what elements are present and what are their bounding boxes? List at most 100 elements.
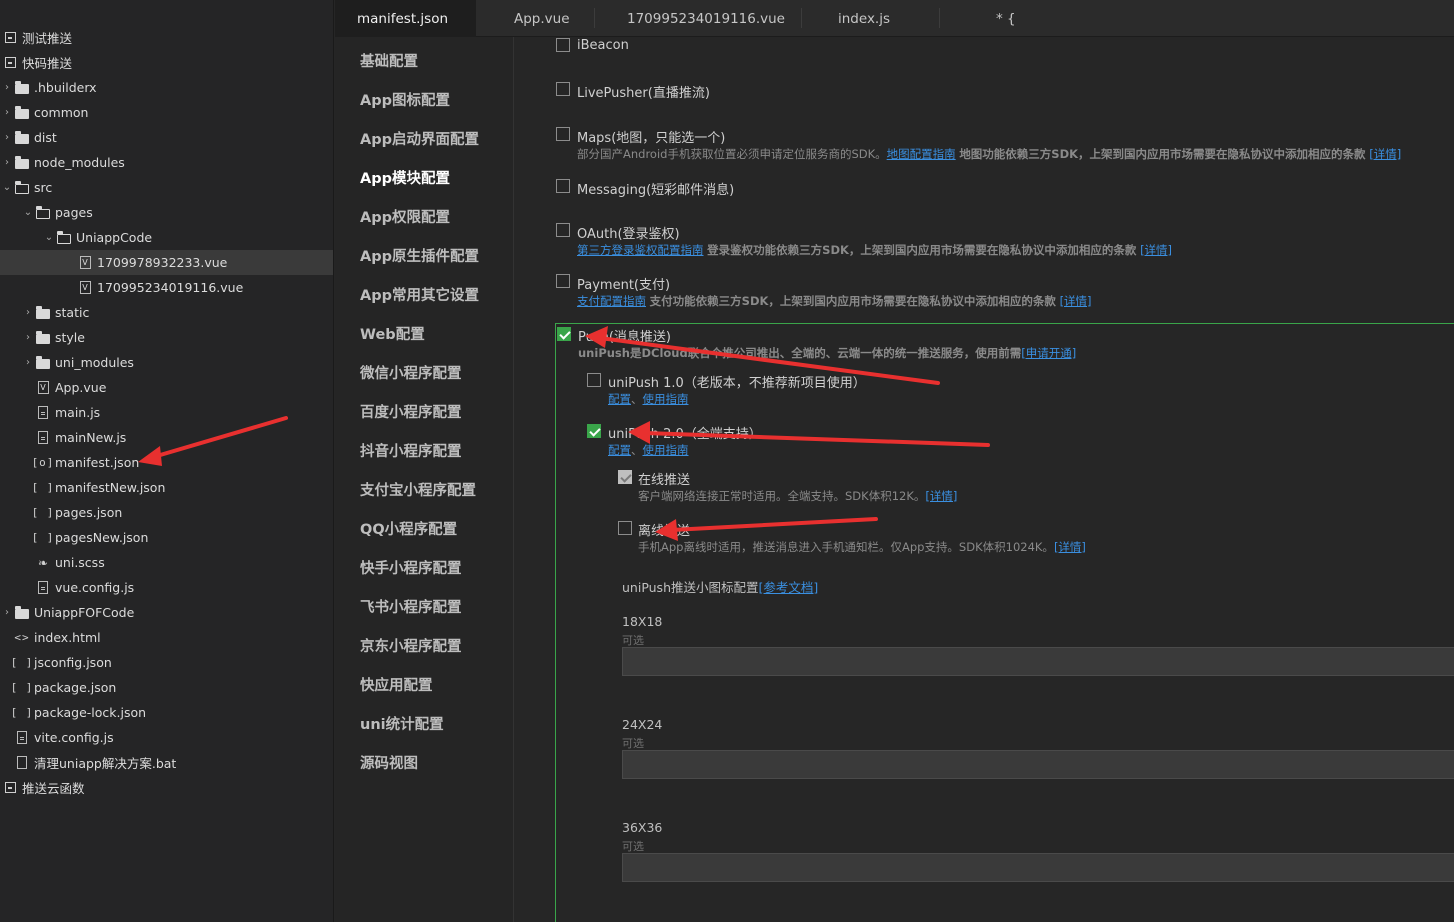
tree-item[interactable]: › .hbuilderx <box>0 75 333 100</box>
tree-item[interactable]: V 170995234019116.vue <box>0 275 333 300</box>
nav-item[interactable]: 基础配置 <box>360 50 418 71</box>
tree-item-label: vue.config.js <box>55 580 135 595</box>
payment-detail-link[interactable]: [详情] <box>1060 294 1092 308</box>
tree-item[interactable]: › static <box>0 300 333 325</box>
tree-item[interactable]: [ ] package.json <box>0 675 333 700</box>
payment-config-guide-link[interactable]: 支付配置指南 <box>577 294 646 308</box>
maps-detail-link[interactable]: [详情] <box>1369 147 1401 161</box>
tree-item[interactable]: [o] manifest.json <box>0 450 333 475</box>
nav-item[interactable]: App权限配置 <box>360 206 450 227</box>
tree-item[interactable]: 测试推送 <box>0 25 333 50</box>
oauth-detail-link[interactable]: [详情] <box>1140 243 1172 257</box>
tree-item[interactable]: V 1709978932233.vue <box>0 250 333 275</box>
tree-item[interactable]: vite.config.js <box>0 725 333 750</box>
tab-app-vue[interactable]: App.vue <box>476 0 594 37</box>
icon-18-hint: 可选 <box>622 634 644 647</box>
nav-item[interactable]: 快应用配置 <box>360 674 433 695</box>
tree-item[interactable]: [ ] jsconfig.json <box>0 650 333 675</box>
push-checkbox[interactable] <box>557 327 571 341</box>
push-icon-doc-link[interactable]: [参考文档] <box>759 580 819 595</box>
nav-item[interactable]: App模块配置 <box>360 167 450 188</box>
tree-item[interactable]: [ ] pagesNew.json <box>0 525 333 550</box>
tree-item[interactable]: main.js <box>0 400 333 425</box>
tree-item[interactable]: V App.vue <box>0 375 333 400</box>
tree-item[interactable]: <> index.html <box>0 625 333 650</box>
livepusher-checkbox[interactable] <box>556 82 570 96</box>
nav-item[interactable]: 快手小程序配置 <box>360 557 462 578</box>
offline-push-description: 手机App离线时适用，推送消息进入手机通知栏。仅App支持。SDK体积1024K… <box>638 539 1086 555</box>
tree-item[interactable]: 快码推送 <box>0 50 333 75</box>
tree-item[interactable]: vue.config.js <box>0 575 333 600</box>
tree-item[interactable]: ⌄ UniappCode <box>0 225 333 250</box>
maps-checkbox[interactable] <box>556 127 570 141</box>
unipush2-config-link[interactable]: 配置 <box>608 443 631 457</box>
chevron-right-icon[interactable]: › <box>22 357 34 369</box>
chevron-right-icon[interactable]: › <box>22 332 34 344</box>
messaging-checkbox[interactable] <box>556 179 570 193</box>
nav-item[interactable]: App启动界面配置 <box>360 128 479 149</box>
chevron-right-icon[interactable]: › <box>1 157 13 169</box>
tree-item-label: common <box>34 105 89 120</box>
tab-css[interactable]: * { <box>940 0 1077 37</box>
nav-item[interactable]: QQ小程序配置 <box>360 518 457 539</box>
oauth-label: OAuth(登录鉴权) <box>577 227 680 242</box>
chevron-right-icon[interactable]: › <box>1 132 13 144</box>
offline-push-detail-link[interactable]: [详情] <box>1054 540 1086 554</box>
unipush1-config-link[interactable]: 配置 <box>608 392 631 406</box>
unipush1-guide-link[interactable]: 使用指南 <box>643 392 689 406</box>
tree-item[interactable]: [ ] pages.json <box>0 500 333 525</box>
tree-item[interactable]: › UniappFOFCode <box>0 600 333 625</box>
chevron-down-icon[interactable]: ⌄ <box>43 232 55 244</box>
nav-item[interactable]: App原生插件配置 <box>360 245 479 266</box>
tree-item[interactable]: 清理uniapp解决方案.bat <box>0 750 333 775</box>
chevron-right-icon[interactable]: › <box>22 307 34 319</box>
tab-manifest-json[interactable]: manifest.json <box>335 0 476 37</box>
tree-item[interactable]: › dist <box>0 125 333 150</box>
tree-item[interactable]: [ ] manifestNew.json <box>0 475 333 500</box>
tree-item[interactable]: mainNew.js <box>0 425 333 450</box>
nav-item[interactable]: 源码视图 <box>360 752 418 773</box>
nav-item[interactable]: 百度小程序配置 <box>360 401 462 422</box>
icon-24-input[interactable] <box>622 750 1454 779</box>
chevron-right-icon[interactable]: › <box>1 82 13 94</box>
chevron-down-icon[interactable]: ⌄ <box>1 182 13 194</box>
chevron-right-icon[interactable]: › <box>1 107 13 119</box>
chevron-down-icon[interactable]: ⌄ <box>22 207 34 219</box>
nav-item[interactable]: Web配置 <box>360 323 425 344</box>
unipush2-guide-link[interactable]: 使用指南 <box>643 443 689 457</box>
tab-index-js[interactable]: index.js <box>802 0 939 37</box>
tree-item[interactable]: ❧ uni.scss <box>0 550 333 575</box>
maps-config-guide-link[interactable]: 地图配置指南 <box>887 147 956 161</box>
nav-item[interactable]: App图标配置 <box>360 89 450 110</box>
chevron-right-icon[interactable]: › <box>1 607 13 619</box>
tree-item[interactable]: › style <box>0 325 333 350</box>
tree-item[interactable]: ⌄ src <box>0 175 333 200</box>
icon-36-hint: 可选 <box>622 840 644 853</box>
tree-item[interactable]: ⌄ pages <box>0 200 333 225</box>
tree-item[interactable]: [ ] package-lock.json <box>0 700 333 725</box>
online-push-checkbox[interactable] <box>618 470 632 484</box>
tree-item[interactable]: › node_modules <box>0 150 333 175</box>
payment-checkbox[interactable] <box>556 274 570 288</box>
nav-item[interactable]: 抖音小程序配置 <box>360 440 462 461</box>
tab-170995234019116-vue[interactable]: 170995234019116.vue <box>595 0 801 37</box>
oauth-config-guide-link[interactable]: 第三方登录鉴权配置指南 <box>577 243 704 257</box>
icon-36-input[interactable] <box>622 853 1454 882</box>
online-push-detail-link[interactable]: [详情] <box>925 489 957 503</box>
icon-18-input[interactable] <box>622 647 1454 676</box>
unipush2-checkbox[interactable] <box>587 424 601 438</box>
nav-item[interactable]: uni统计配置 <box>360 713 444 734</box>
nav-item[interactable]: 微信小程序配置 <box>360 362 462 383</box>
push-apply-link[interactable]: [申请开通] <box>1021 346 1076 360</box>
nav-item[interactable]: 京东小程序配置 <box>360 635 462 656</box>
offline-push-checkbox[interactable] <box>618 521 632 535</box>
nav-item[interactable]: 支付宝小程序配置 <box>360 479 476 500</box>
nav-item[interactable]: App常用其它设置 <box>360 284 479 305</box>
tree-item[interactable]: › uni_modules <box>0 350 333 375</box>
unipush1-checkbox[interactable] <box>587 373 601 387</box>
tree-item[interactable]: 推送云函数 <box>0 775 333 800</box>
nav-item[interactable]: 飞书小程序配置 <box>360 596 462 617</box>
ibeacon-checkbox[interactable] <box>556 38 570 52</box>
oauth-checkbox[interactable] <box>556 223 570 237</box>
tree-item[interactable]: › common <box>0 100 333 125</box>
